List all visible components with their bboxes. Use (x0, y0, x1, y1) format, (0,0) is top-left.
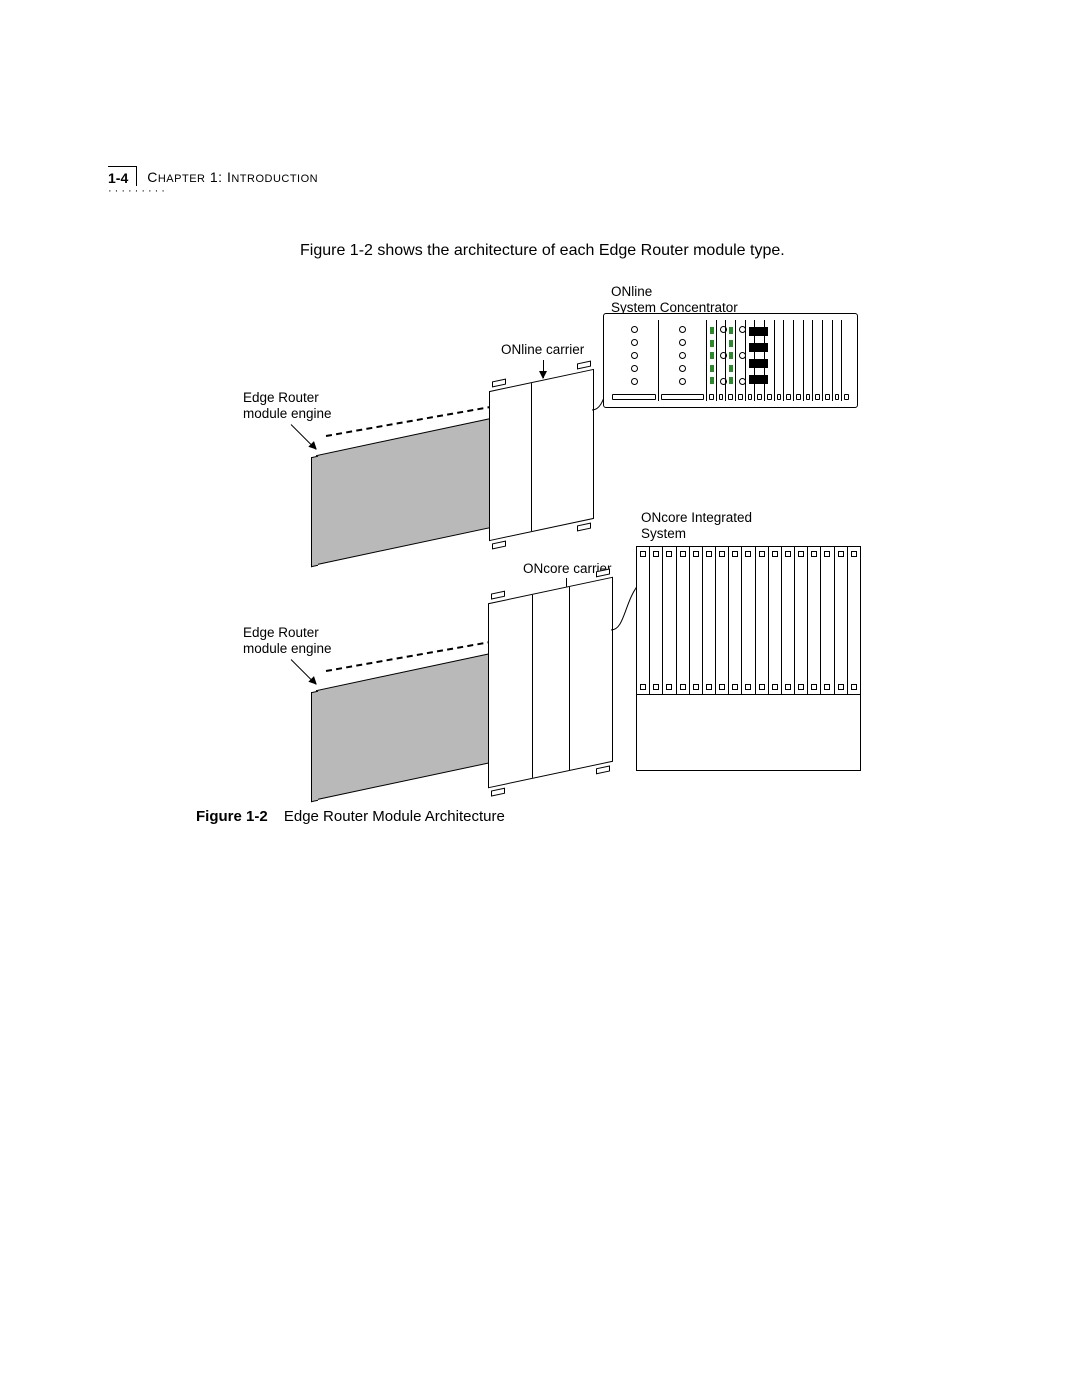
figure-1-2: ONline System Concentrator ONline carrie… (196, 280, 860, 790)
page-number: 1-4 (108, 166, 137, 186)
oncore-carrier-frame (488, 577, 613, 789)
dotted-rule: ········· (108, 185, 168, 197)
figure-reference: Figure 1-2 (196, 808, 268, 825)
intro-paragraph: Figure 1-2 shows the architecture of eac… (300, 242, 785, 260)
oncore-integrated-system-chassis (636, 546, 861, 771)
page-header: 1-4 CHAPTER 1: INTRODUCTION (108, 166, 318, 186)
edge-router-engine-board-2 (316, 650, 506, 800)
label-oncore-integrated-system: ONcore Integrated System (641, 510, 752, 542)
arrow-down-icon (543, 360, 544, 378)
online-carrier-frame (489, 369, 594, 541)
chapter-heading: CHAPTER 1: INTRODUCTION (147, 166, 318, 185)
online-system-concentrator-chassis (603, 313, 858, 408)
figure-title: Edge Router Module Architecture (284, 808, 505, 825)
label-edge-router-module-engine-2: Edge Router module engine (243, 625, 332, 657)
edge-router-engine-board-1 (316, 415, 506, 565)
label-online-carrier: ONline carrier (501, 342, 584, 358)
label-online-system-concentrator: ONline System Concentrator (611, 284, 738, 316)
label-edge-router-module-engine-1: Edge Router module engine (243, 390, 332, 422)
arrow-diagonal-icon (291, 659, 316, 684)
arrow-diagonal-icon (291, 424, 316, 449)
figure-caption: Figure 1-2 Edge Router Module Architectu… (196, 808, 505, 825)
